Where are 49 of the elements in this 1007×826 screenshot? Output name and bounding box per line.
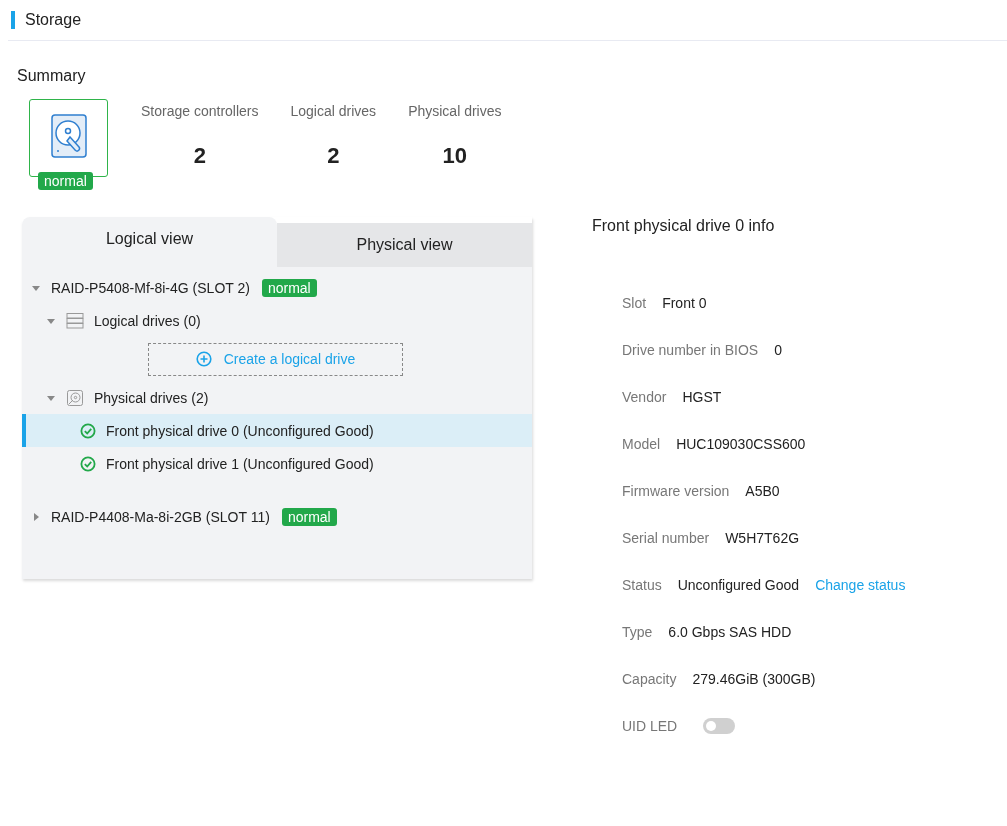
view-tab[interactable]: Physical view [277, 223, 532, 267]
field-label: Drive number in BIOS [622, 341, 759, 358]
check-circle-icon [80, 455, 96, 472]
page-title: Storage [25, 11, 82, 29]
status-badge: normal [261, 278, 317, 297]
plus-circle-icon [195, 351, 212, 367]
drive-item[interactable]: Front physical drive 1 (Unconfigured Good) [22, 447, 532, 480]
field-value: Unconfigured Good [677, 576, 800, 593]
field-label: UID LED [622, 717, 678, 734]
info-title: Front physical drive 0 info [592, 217, 776, 235]
field-label: Capacity [622, 670, 677, 687]
field-value: 279.46GiB (300GB) [692, 670, 816, 687]
field-value: W5H7T62G [725, 529, 800, 546]
section-title: Summary [17, 67, 87, 85]
controller-label[interactable]: RAID-P4408-Ma-8i-2GB (SLOT 11) [51, 508, 270, 525]
uid-led-toggle[interactable] [703, 717, 736, 734]
field-label: Type [622, 623, 653, 640]
caret-icon[interactable] [47, 393, 55, 402]
field-value: A5B0 [745, 482, 780, 499]
field-value: HUC109030CSS600 [676, 435, 806, 452]
field-label: Status [622, 576, 662, 593]
hard-drive-icon [50, 114, 87, 158]
server-stack-icon [66, 311, 84, 330]
field-label: Vendor [622, 388, 667, 405]
status-badge: normal [38, 172, 93, 190]
field-label: Model [622, 435, 661, 452]
field-value: 0 [774, 341, 782, 358]
stat-label: Storage controllers [141, 103, 259, 119]
group-label[interactable]: Physical drives (2) [94, 389, 209, 406]
stat-value: 2 [327, 143, 340, 169]
caret-icon[interactable] [32, 283, 40, 292]
group-label[interactable]: Logical drives (0) [94, 312, 201, 329]
field-label: Slot [622, 294, 647, 311]
field-value: Front 0 [662, 294, 707, 311]
controller-label[interactable]: RAID-P5408-Mf-8i-4G (SLOT 2) [51, 279, 250, 296]
stat-value: 10 [442, 143, 468, 169]
field-label: Firmware version [622, 482, 730, 499]
field-label: Serial number [622, 529, 710, 546]
check-circle-icon [80, 422, 96, 439]
field-value: 6.0 Gbps SAS HDD [668, 623, 792, 640]
caret-icon[interactable] [47, 316, 55, 325]
stat-label: Physical drives [408, 103, 502, 119]
field-value: HGST [682, 388, 722, 405]
caret-icon[interactable] [32, 512, 40, 521]
stat-value: 2 [193, 143, 206, 169]
view-tab[interactable]: Logical view [22, 217, 277, 267]
drive-item[interactable]: Front physical drive 0 (Unconfigured Good) [22, 414, 532, 447]
status-badge: normal [281, 507, 337, 526]
stat-label: Logical drives [290, 103, 377, 119]
